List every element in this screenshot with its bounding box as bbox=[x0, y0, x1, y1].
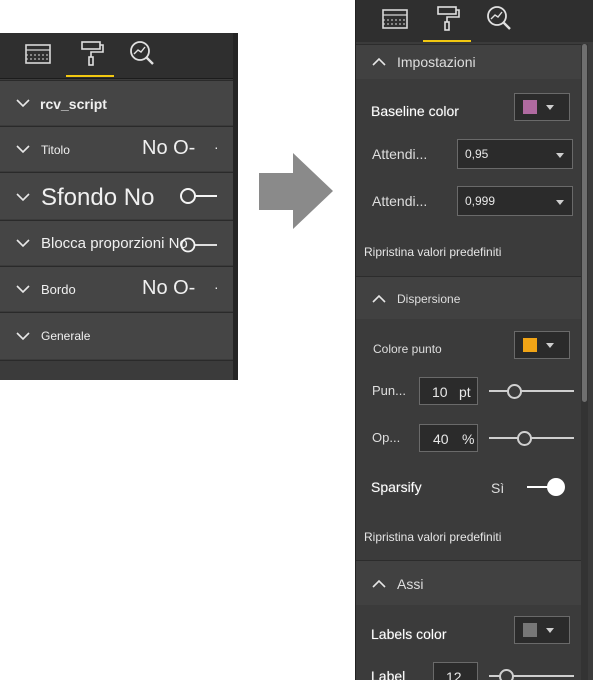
generale-label: Generale bbox=[41, 329, 91, 343]
baseline-color-picker[interactable] bbox=[514, 93, 570, 121]
blocca-toggle[interactable] bbox=[178, 237, 218, 253]
label-size-value: 12 bbox=[446, 669, 462, 680]
colore-punto-label: Colore punto bbox=[373, 342, 442, 356]
chevron-down-icon bbox=[16, 144, 30, 154]
impostazioni-reset-link[interactable]: Ripristina valori predefiniti bbox=[364, 245, 501, 259]
colore-punto-swatch bbox=[523, 338, 537, 352]
sparsify-toggle-knob bbox=[547, 478, 565, 496]
generale-row[interactable]: Generale bbox=[0, 312, 233, 359]
pun-slider-knob[interactable] bbox=[507, 384, 522, 399]
chevron-down-icon bbox=[16, 238, 30, 248]
baseline-color-swatch bbox=[523, 100, 537, 114]
bordo-label: Bordo bbox=[41, 282, 76, 297]
titolo-label: Titolo bbox=[41, 143, 70, 157]
label-size-slider[interactable] bbox=[489, 669, 574, 680]
colore-punto-picker[interactable] bbox=[514, 331, 570, 359]
labels-color-label: Labels color bbox=[371, 626, 447, 642]
blocca-proporzioni-row[interactable]: Blocca proporzioni No bbox=[0, 220, 233, 265]
bordo-row[interactable]: Bordo No O- · bbox=[0, 266, 233, 311]
sparsify-value: Sì bbox=[491, 480, 505, 496]
attendi-1-label: Attendi... bbox=[372, 146, 428, 162]
op-slider-knob[interactable] bbox=[517, 431, 532, 446]
analytics-icon[interactable] bbox=[484, 3, 514, 33]
chevron-down-icon bbox=[16, 192, 30, 202]
visual-title-label: rcv_script bbox=[40, 96, 107, 112]
label-size-label: Label bbox=[371, 668, 406, 680]
left-tab-bar bbox=[0, 33, 233, 79]
left-pane-edge bbox=[233, 33, 238, 380]
bordo-toggle-value[interactable]: No O- bbox=[142, 277, 195, 300]
titolo-row[interactable]: Titolo No O- · bbox=[0, 126, 233, 171]
attendi-1-value: 0,95 bbox=[465, 147, 489, 161]
dispersione-reset-link[interactable]: Ripristina valori predefiniti bbox=[364, 530, 501, 544]
active-tab-indicator bbox=[423, 40, 471, 42]
chevron-down-icon bbox=[546, 628, 554, 633]
dispersione-title: Dispersione bbox=[397, 292, 461, 306]
attendi-2-label: Attendi... bbox=[372, 193, 428, 209]
sparsify-label: Sparsify bbox=[371, 479, 422, 495]
pun-input[interactable]: 10 pt bbox=[419, 377, 478, 405]
pun-unit: pt bbox=[459, 384, 471, 400]
sfondo-row[interactable]: Sfondo No bbox=[0, 172, 233, 219]
left-pane-filler bbox=[0, 360, 233, 380]
analytics-icon[interactable] bbox=[127, 38, 157, 68]
attendi-1-select[interactable]: 0,95 bbox=[457, 139, 573, 169]
pun-value: 10 bbox=[432, 384, 448, 400]
labels-color-picker[interactable] bbox=[514, 616, 570, 644]
scrollbar-thumb[interactable] bbox=[582, 44, 587, 402]
paint-roller-icon[interactable] bbox=[432, 3, 462, 33]
op-slider[interactable] bbox=[489, 431, 574, 446]
pun-slider[interactable] bbox=[489, 384, 574, 399]
fields-icon[interactable] bbox=[380, 3, 410, 33]
chevron-down-icon bbox=[546, 105, 554, 110]
chevron-down-icon bbox=[556, 200, 564, 205]
labels-color-swatch bbox=[523, 623, 537, 637]
transition-arrow-icon bbox=[257, 153, 335, 231]
chevron-up-icon bbox=[372, 57, 386, 66]
chevron-up-icon bbox=[372, 294, 386, 303]
right-tab-bar bbox=[356, 0, 593, 42]
sfondo-label: Sfondo No bbox=[41, 184, 155, 211]
op-value: 40 bbox=[433, 431, 449, 447]
label-size-slider-knob[interactable] bbox=[499, 669, 514, 680]
attendi-2-value: 0,999 bbox=[465, 194, 496, 208]
op-label: Op... bbox=[372, 430, 401, 445]
active-tab-indicator bbox=[66, 75, 114, 77]
op-unit: % bbox=[462, 431, 475, 447]
chevron-down-icon bbox=[556, 153, 564, 158]
titolo-dot: · bbox=[214, 139, 219, 155]
fields-icon[interactable] bbox=[23, 38, 53, 68]
chevron-down-icon bbox=[16, 98, 30, 108]
titolo-toggle-value[interactable]: No O- bbox=[142, 137, 195, 160]
op-input[interactable]: 40 % bbox=[419, 424, 478, 452]
blocca-label: Blocca proporzioni No bbox=[41, 235, 188, 252]
pun-slider-track bbox=[489, 390, 574, 392]
chevron-down-icon bbox=[16, 284, 30, 294]
attendi-2-select[interactable]: 0,999 bbox=[457, 186, 573, 216]
bordo-dot: · bbox=[214, 279, 219, 295]
sparsify-toggle[interactable] bbox=[527, 476, 567, 498]
paint-roller-icon[interactable] bbox=[76, 38, 106, 68]
right-format-pane: Impostazioni Baseline color Attendi... 0… bbox=[355, 0, 593, 680]
chevron-down-icon bbox=[546, 343, 554, 348]
impostazioni-section-header[interactable]: Impostazioni bbox=[356, 44, 581, 79]
label-size-input[interactable]: 12 bbox=[433, 662, 478, 680]
visual-title-row[interactable]: rcv_script bbox=[0, 80, 233, 125]
left-format-pane: rcv_script Titolo No O- · Sfondo No Bloc… bbox=[0, 33, 238, 380]
dispersione-section-header[interactable]: Dispersione bbox=[356, 276, 581, 319]
assi-section-header[interactable]: Assi bbox=[356, 560, 581, 605]
impostazioni-title: Impostazioni bbox=[397, 54, 476, 70]
baseline-color-label: Baseline color bbox=[371, 103, 459, 119]
assi-title: Assi bbox=[397, 576, 424, 592]
chevron-up-icon bbox=[372, 579, 386, 588]
chevron-down-icon bbox=[16, 331, 30, 341]
pun-label: Pun... bbox=[372, 383, 406, 398]
sfondo-toggle[interactable] bbox=[180, 187, 218, 205]
